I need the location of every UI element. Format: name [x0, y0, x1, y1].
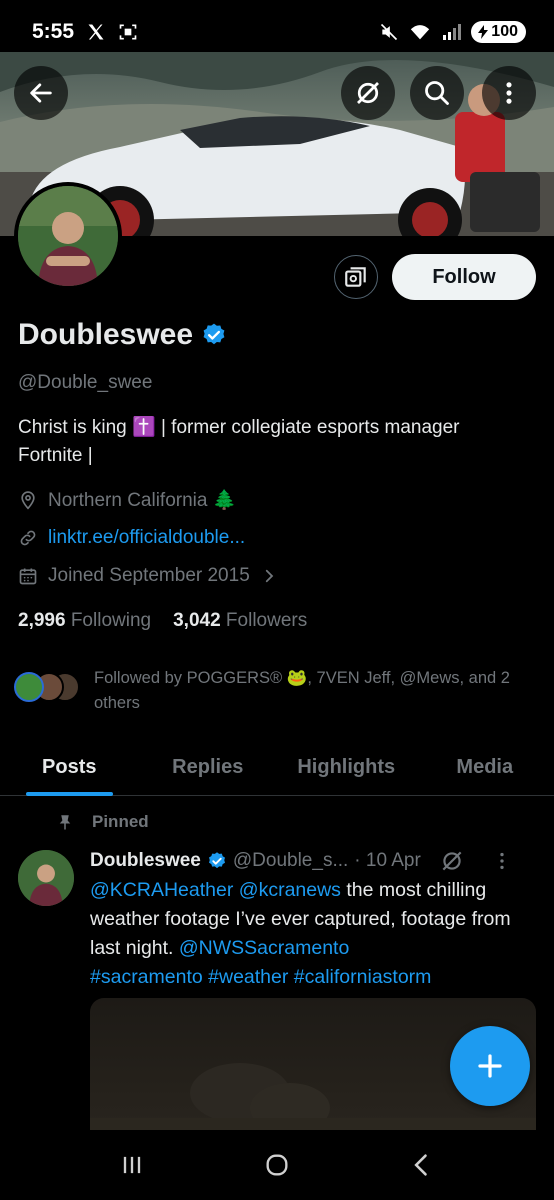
display-name-text: Doubleswee	[18, 318, 194, 351]
gallery-icon	[345, 267, 366, 287]
post-text: @KCRAHeather @kcranews the most chilling…	[90, 876, 530, 992]
profile-website[interactable]: linktr.ee/officialdouble...	[18, 527, 245, 549]
pinned-label: Pinned	[92, 812, 149, 831]
followed-by-avatars	[12, 666, 84, 706]
more-options-button[interactable]	[482, 66, 536, 120]
tab-media[interactable]: Media	[416, 740, 554, 795]
back-arrow-icon	[30, 83, 52, 103]
profile-tabs: Posts Replies Highlights Media	[0, 740, 554, 796]
follower-avatar-3	[14, 672, 44, 702]
grok-button[interactable]	[341, 66, 395, 120]
recent-apps-icon[interactable]	[118, 1151, 146, 1179]
website-link[interactable]: linktr.ee/officialdouble...	[48, 527, 245, 549]
bio-line-1: Christ is king ✝️ | former collegiate es…	[18, 417, 460, 438]
followers-label: Followers	[225, 610, 308, 631]
link-icon	[20, 530, 36, 546]
home-icon[interactable]	[263, 1151, 291, 1179]
battery-bolt-icon	[478, 25, 489, 39]
follow-label: Follow	[432, 265, 496, 288]
back-nav-icon[interactable]	[408, 1151, 436, 1179]
profile-bio: Christ is king ✝️ | former collegiate es…	[18, 414, 538, 470]
location-pin-icon	[21, 491, 35, 510]
battery-indicator: 100	[471, 21, 526, 43]
subscribe-media-button[interactable]	[334, 255, 378, 299]
following-stat[interactable]: 2,996 Following	[18, 610, 151, 632]
system-nav-bar	[0, 1130, 554, 1200]
compose-post-button[interactable]	[450, 1026, 530, 1106]
x-logo-icon	[88, 24, 104, 40]
more-vertical-icon	[506, 82, 512, 104]
search-button[interactable]	[410, 66, 464, 120]
profile-handle: @Double_swee	[18, 372, 153, 393]
back-button[interactable]	[14, 66, 68, 120]
pinned-indicator: Pinned	[56, 812, 149, 832]
chevron-right-icon	[265, 569, 274, 583]
followers-count: 3,042	[173, 610, 221, 631]
profile-stats: 2,996 Following 3,042 Followers	[18, 610, 307, 632]
wifi-icon	[411, 25, 430, 40]
mute-icon	[381, 23, 398, 41]
bio-line-2: Fortnite |	[18, 445, 93, 466]
verified-badge-icon	[208, 852, 225, 869]
post-author-name[interactable]: Doubleswee	[90, 850, 201, 872]
followers-stat[interactable]: 3,042 Followers	[173, 610, 307, 632]
pin-icon	[59, 815, 71, 830]
post-header: Doubleswee @Double_s... · 10 Apr	[90, 848, 513, 874]
follow-button[interactable]: Follow	[392, 254, 536, 300]
profile-avatar[interactable]	[14, 182, 122, 290]
search-icon	[425, 81, 449, 105]
profile-display-name: Doubleswee	[18, 318, 227, 352]
post-more-icon[interactable]	[491, 850, 513, 872]
mention-nwssacramento[interactable]: @NWSSacramento	[179, 937, 349, 959]
joined-text: Joined September 2015	[48, 565, 250, 586]
profile-joined[interactable]: Joined September 2015	[18, 565, 278, 587]
following-label: Following	[70, 610, 152, 631]
grok-icon[interactable]	[439, 848, 465, 874]
following-count: 2,996	[18, 610, 66, 631]
profile-location: Northern California 🌲	[18, 488, 236, 512]
status-time: 5:55	[32, 20, 75, 43]
followed-by-text: Followed by POGGERS® 🐸, 7VEN Jeff, @Mews…	[94, 669, 510, 712]
screenshot-icon	[119, 24, 137, 40]
tab-highlights[interactable]: Highlights	[277, 740, 416, 795]
verified-badge-icon	[203, 323, 225, 345]
plus-icon	[478, 1054, 502, 1078]
location-text: Northern California 🌲	[48, 490, 237, 511]
post-avatar-photo	[18, 850, 74, 906]
tab-replies[interactable]: Replies	[139, 740, 278, 795]
mention-kcraheather[interactable]: @KCRAHeather	[90, 879, 233, 901]
post-author-handle[interactable]: @Double_s...	[233, 850, 348, 872]
mention-kcranews[interactable]: @kcranews	[239, 879, 341, 901]
avatar-photo	[18, 186, 118, 286]
signal-icon	[443, 24, 462, 40]
post-date: · 10 Apr	[354, 850, 421, 871]
post-hashtags[interactable]: #sacramento #weather #californiastorm	[90, 966, 431, 988]
followed-by[interactable]: Followed by POGGERS® 🐸, 7VEN Jeff, @Mews…	[12, 666, 514, 716]
post-author-avatar[interactable]	[18, 850, 74, 906]
calendar-icon	[19, 568, 37, 585]
grok-icon	[357, 82, 379, 104]
battery-level: 100	[491, 23, 518, 40]
tab-posts[interactable]: Posts	[0, 740, 139, 796]
